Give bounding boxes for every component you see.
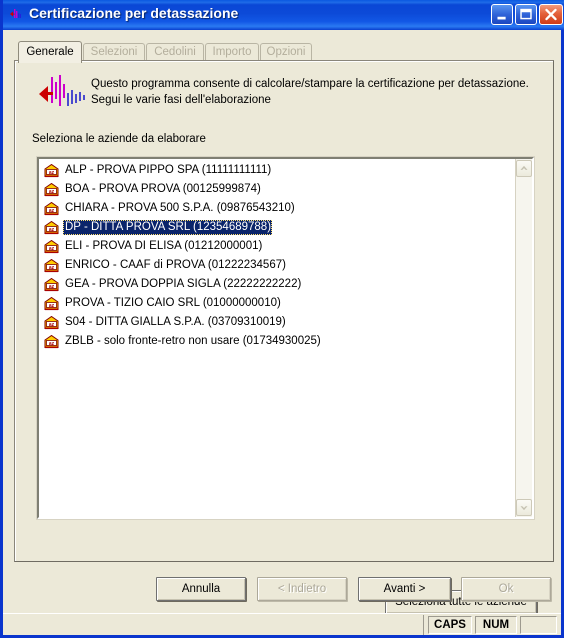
application-window: Certificazione per detassazione Generale… [0, 0, 564, 638]
intro-text: Questo programma consente di calcolare/s… [91, 76, 541, 108]
tab-importo[interactable]: Importo [205, 43, 259, 61]
scroll-up-button[interactable] [516, 160, 532, 177]
list-item-label: CHIARA - PROVA 500 S.P.A. (09876543210) [65, 202, 295, 214]
waveform-icon [39, 75, 85, 106]
tab-generale[interactable]: Generale [18, 41, 82, 63]
tab-selezioni[interactable]: Selezioni [83, 43, 145, 61]
list-item-label: ALP - PROVA PIPPO SPA (11111111111) [65, 164, 272, 176]
list-item-label: ELI - PROVA DI ELISA (01212000001) [65, 240, 263, 252]
list-item[interactable]: az DP - DITTA PROVA SRL (12354689788) [39, 218, 515, 237]
company-az-icon: az [44, 239, 59, 253]
list-item-label: ENRICO - CAAF di PROVA (01222234567) [65, 259, 286, 271]
list-item[interactable]: az ELI - PROVA DI ELISA (01212000001) [39, 237, 515, 256]
list-item[interactable]: az ALP - PROVA PIPPO SPA (11111111111) [39, 161, 515, 180]
list-item[interactable]: az S04 - DITTA GIALLA S.P.A. (03709310019… [39, 313, 515, 332]
next-button-label: Avanti > [383, 583, 426, 595]
company-az-icon: az [44, 277, 59, 291]
company-az-icon: az [44, 258, 59, 272]
svg-text:az: az [49, 207, 55, 213]
list-item-label: GEA - PROVA DOPPIA SIGLA (22222222222) [65, 278, 302, 290]
company-az-icon: az [44, 182, 59, 196]
cancel-button[interactable]: Annulla [156, 577, 246, 601]
svg-text:az: az [49, 264, 55, 270]
status-bar: CAPS NUM [3, 613, 561, 635]
company-listbox[interactable]: az ALP - PROVA PIPPO SPA (11111111111) az B… [36, 156, 535, 520]
cancel-button-label: Annulla [181, 583, 221, 595]
list-item[interactable]: az GEA - PROVA DOPPIA SIGLA (22222222222) [39, 275, 515, 294]
minimize-button[interactable] [491, 4, 513, 25]
list-item-label: S04 - DITTA GIALLA S.P.A. (03709310019) [65, 316, 286, 328]
tab-opzioni[interactable]: Opzioni [260, 43, 312, 61]
scroll-down-button[interactable] [516, 499, 532, 516]
list-caption: Seleziona le aziende da elaborare [32, 133, 206, 145]
company-az-icon: az [44, 334, 59, 348]
list-item[interactable]: az ZBLB - solo fronte-retro non usare (01… [39, 332, 515, 351]
intro-line-1: Questo programma consente di calcolare/s… [91, 78, 529, 90]
tab-cedolini[interactable]: Cedolini [146, 43, 204, 61]
list-item[interactable]: az ENRICO - CAAF di PROVA (01222234567) [39, 256, 515, 275]
status-num-indicator: NUM [475, 616, 517, 634]
company-az-icon: az [44, 315, 59, 329]
tab-content-panel: Questo programma consente di calcolare/s… [14, 60, 554, 614]
status-divider [423, 615, 424, 635]
svg-text:az: az [49, 340, 55, 346]
list-item[interactable]: az BOA - PROVA PROVA (00125999874) [39, 180, 515, 199]
list-item-label: BOA - PROVA PROVA (00125999874) [65, 183, 261, 195]
back-button: < Indietro [257, 577, 347, 601]
status-insert-indicator [520, 616, 557, 634]
app-icon [10, 9, 21, 18]
list-item-label: DP - DITTA PROVA SRL (12354689788) [63, 220, 273, 235]
tab-generale-label: Generale [26, 46, 74, 58]
next-button[interactable]: Avanti > [358, 577, 451, 601]
status-caps-indicator: CAPS [428, 616, 472, 634]
list-item[interactable]: az CHIARA - PROVA 500 S.P.A. (09876543210… [39, 199, 515, 218]
company-az-icon: az [44, 201, 59, 215]
company-az-icon: az [44, 220, 59, 234]
listbox-scrollbar[interactable] [515, 159, 532, 517]
back-button-label: < Indietro [277, 583, 327, 595]
svg-text:az: az [49, 302, 55, 308]
ok-button: Ok [461, 577, 551, 601]
svg-text:az: az [49, 321, 55, 327]
list-item[interactable]: az PROVA - TIZIO CAIO SRL (01000000010) [39, 294, 515, 313]
svg-text:az: az [49, 283, 55, 289]
svg-text:az: az [49, 169, 55, 175]
list-item-label: ZBLB - solo fronte-retro non usare (0173… [65, 335, 321, 347]
list-item-label: PROVA - TIZIO CAIO SRL (01000000010) [65, 297, 281, 309]
tab-importo-label: Importo [212, 46, 252, 58]
title-bar: Certificazione per detassazione [3, 0, 564, 30]
svg-text:az: az [49, 188, 55, 194]
tab-opzioni-label: Opzioni [266, 46, 306, 58]
company-az-icon: az [44, 296, 59, 310]
close-button[interactable] [539, 4, 563, 25]
company-list: az ALP - PROVA PIPPO SPA (11111111111) az B… [39, 161, 515, 351]
tab-cedolini-label: Cedolini [154, 46, 196, 58]
intro-line-2: Segui le varie fasi dell'elaborazione [91, 94, 271, 106]
tab-strip: Generale Selezioni Cedolini Importo Opzi… [14, 41, 554, 63]
window-title: Certificazione per detassazione [29, 5, 239, 21]
svg-text:az: az [49, 226, 55, 232]
maximize-button[interactable] [515, 4, 537, 25]
svg-text:az: az [49, 245, 55, 251]
ok-button-label: Ok [498, 583, 514, 595]
company-az-icon: az [44, 163, 59, 177]
tab-selezioni-label: Selezioni [90, 46, 138, 58]
